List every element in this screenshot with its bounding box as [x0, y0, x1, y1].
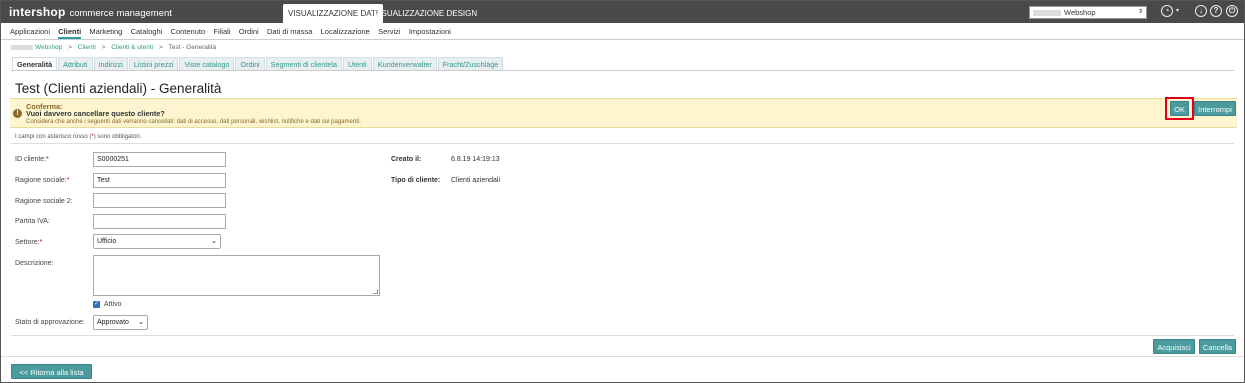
approval-select[interactable]: Approvato ⌄ — [93, 315, 148, 330]
tab-attributi[interactable]: Attributi — [58, 57, 93, 70]
resize-grip-icon[interactable] — [373, 289, 378, 294]
required-star: * — [46, 156, 49, 163]
customer-type-value: Clienti aziendali — [451, 177, 501, 184]
menu-clienti[interactable]: Clienti — [58, 23, 81, 40]
brand-logo[interactable]: intershop commerce management — [9, 5, 172, 19]
chevron-down-icon: ⌄ — [211, 238, 217, 245]
company-name2-input[interactable] — [93, 193, 226, 208]
divider — [1, 356, 1244, 357]
description-label: Descrizione: — [15, 260, 54, 267]
menu-dati-di-massa[interactable]: Dati di massa — [267, 23, 312, 40]
breadcrumb-separator: > — [101, 44, 106, 51]
detail-tabs: Generalità Attributi Indirizzi Listini p… — [12, 57, 504, 70]
menu-ordini[interactable]: Ordini — [239, 23, 259, 40]
site-selector-value: Webshop — [1064, 8, 1096, 17]
page-title: Test (Clienti aziendali) - Generalità — [15, 81, 222, 96]
breadcrumb-separator: > — [68, 44, 72, 51]
sector-label: Settore:* — [15, 239, 42, 246]
brand-name: intershop — [9, 5, 66, 19]
customer-id-label-text: ID cliente: — [15, 156, 47, 163]
tab-viste-catalogo[interactable]: Viste catalogo — [179, 57, 235, 70]
company-name-label-text: Ragione sociale: — [15, 177, 67, 184]
tab-indirizzi[interactable]: Indirizzi — [93, 57, 128, 70]
menu-filiali[interactable]: Filiali — [213, 23, 230, 40]
customer-id-label: ID cliente:* — [15, 156, 49, 163]
speedometer-icon[interactable]: ◔ — [1161, 5, 1173, 17]
required-note-after: ) sono obbligatori. — [93, 134, 142, 140]
tab-ordini[interactable]: Ordini — [235, 57, 265, 70]
delete-button[interactable]: Cancella — [1199, 339, 1236, 354]
vat-input[interactable] — [93, 214, 226, 229]
chevron-updown-icon: ⇕ — [1137, 9, 1143, 15]
divider — [11, 143, 1234, 144]
redacted-text — [11, 44, 33, 50]
power-icon[interactable]: ⏻ — [1226, 5, 1238, 17]
tab-segmenti-clientela[interactable]: Segmenti di clientela — [265, 57, 342, 70]
confirm-question: Vuoi davvero cancellare questo cliente? — [26, 109, 165, 118]
breadcrumb: Webshop > Clienti > Clienti & utenti > T… — [11, 44, 216, 51]
menu-applicazioni[interactable]: Applicazioni — [10, 23, 50, 40]
ok-button[interactable]: OK — [1170, 101, 1189, 116]
back-to-list-button[interactable]: << Ritorna alla lista — [11, 364, 92, 379]
customer-id-input[interactable]: S0000251 — [93, 152, 226, 167]
company-name-input[interactable]: Test — [93, 173, 226, 188]
divider — [11, 70, 1234, 71]
breadcrumb-webshop[interactable]: Webshop — [35, 44, 62, 51]
company-name-label: Ragione sociale:* — [15, 177, 70, 184]
tab-kundenverwalter[interactable]: Kundenverwalter — [372, 57, 437, 70]
menu-marketing[interactable]: Marketing — [89, 23, 122, 40]
breadcrumb-separator: > — [158, 44, 163, 51]
active-label: Attivo — [104, 301, 122, 308]
tab-fracht-zuschlaege[interactable]: Fracht/Zuschläge — [437, 57, 504, 70]
apply-button[interactable]: Acquisisci — [1153, 339, 1195, 354]
sector-select[interactable]: Ufficio ⌄ — [93, 234, 221, 249]
site-selector[interactable]: Webshop ⇕ — [1029, 6, 1147, 19]
approval-select-value: Approvato — [97, 319, 129, 326]
description-textarea[interactable] — [93, 255, 380, 296]
warning-icon: ! — [13, 109, 22, 118]
vat-label: Partita IVA: — [15, 218, 50, 225]
help-icon[interactable]: ? — [1210, 5, 1222, 17]
breadcrumb-clienti-utenti[interactable]: Clienti & utenti — [111, 44, 153, 51]
tab-utenti[interactable]: Utenti — [343, 57, 372, 70]
breadcrumb-current: Test - Generalità — [168, 44, 217, 51]
active-checkbox[interactable]: ✓ — [93, 301, 100, 308]
required-star: * — [39, 239, 43, 246]
chevron-down-icon[interactable]: ▾ — [1176, 7, 1179, 14]
sector-select-value: Ufficio — [97, 238, 117, 245]
required-fields-note: I campi con asterisco rosso (*) sono obb… — [15, 134, 141, 140]
created-label: Creato il: — [391, 156, 422, 163]
interrompi-button[interactable]: Interrompi — [1194, 101, 1236, 116]
menu-impostazioni[interactable]: Impostazioni — [409, 23, 451, 40]
redacted-text — [1033, 10, 1061, 17]
top-bar: intershop commerce management VISUALIZZAZ… — [1, 1, 1244, 23]
confirm-delete-box: ! Conferma: Vuoi davvero cancellare ques… — [10, 98, 1237, 128]
customer-type-label: Tipo di cliente: — [391, 177, 441, 184]
menu-servizi[interactable]: Servizi — [378, 23, 401, 40]
brand-subtitle: commerce management — [69, 8, 172, 19]
menu-localizzazione[interactable]: Localizzazione — [321, 23, 370, 40]
divider — [11, 335, 1234, 336]
company-name2-label: Ragione sociale 2: — [15, 198, 73, 205]
breadcrumb-clienti[interactable]: Clienti — [78, 44, 96, 51]
tab-design-view[interactable]: VISUALIZZAZIONE DESIGN — [369, 4, 482, 23]
chevron-down-icon: ⌄ — [138, 319, 144, 326]
confirm-detail: Considera che anche i seguenti dati verr… — [26, 119, 361, 125]
tab-listini-prezzi[interactable]: Listini prezzi — [128, 57, 179, 70]
required-star: * — [66, 177, 70, 184]
download-icon[interactable]: ↓ — [1195, 5, 1207, 17]
tab-generalita[interactable]: Generalità — [12, 57, 58, 70]
main-menu: Applicazioni Clienti Marketing Cataloghi… — [1, 23, 1244, 40]
created-value: 6.8.19 14:19:13 — [451, 156, 500, 163]
approval-label: Stato di approvazione: — [15, 319, 85, 326]
required-note-before: I campi con asterisco rosso ( — [15, 134, 92, 140]
menu-cataloghi[interactable]: Cataloghi — [131, 23, 163, 40]
menu-contenuto[interactable]: Contenuto — [171, 23, 206, 40]
sector-label-text: Settore: — [15, 239, 40, 246]
